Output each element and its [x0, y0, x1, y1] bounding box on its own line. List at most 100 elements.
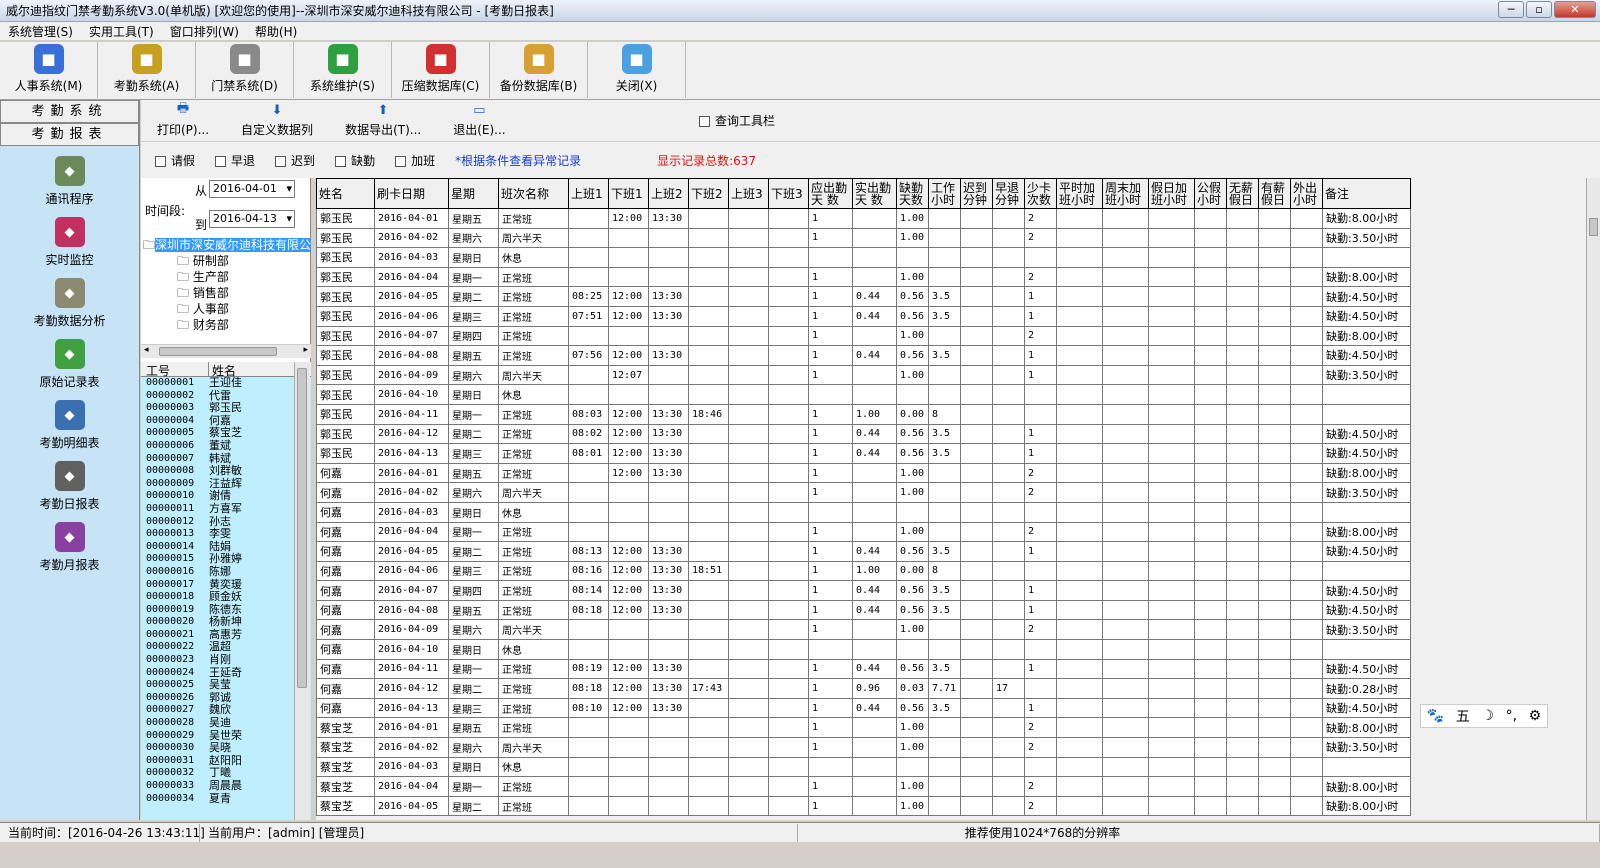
nav-item-5[interactable]: ◆ 考勤日报表 — [0, 461, 139, 512]
column-header[interactable]: 上班2 — [648, 178, 689, 209]
ime-button-1[interactable]: 五 — [1456, 706, 1470, 726]
toolbar-button-2[interactable]: ■ 门禁系统(D) — [196, 42, 294, 98]
query-toolbar-checkbox[interactable] — [699, 116, 710, 127]
column-header[interactable]: 假日加班小时 — [1148, 178, 1195, 209]
employee-row[interactable]: 00000030 吴晓 — [141, 742, 311, 755]
filter-late-checkbox[interactable] — [275, 155, 287, 167]
table-row[interactable]: 蔡宝芝 2016-04-03 星期日 休息 — [316, 756, 1411, 778]
toolbar-button-3[interactable]: ■ 系统维护(S) — [294, 42, 392, 98]
menu-item-3[interactable]: 帮助(H) — [247, 23, 305, 40]
table-row[interactable]: 何嘉 2016-04-05 星期二 正常班 08:13 12:00 13:30 1 0.44 0.… — [316, 541, 1411, 562]
column-header[interactable]: 下班2 — [688, 178, 729, 209]
table-row[interactable]: 何嘉 2016-04-04 星期一 正常班 1 1.00 2 缺勤:8.00小时 — [316, 521, 1411, 543]
date-from-picker[interactable]: 2016-04-01 ▾ — [209, 180, 295, 198]
column-header[interactable]: 备注 — [1322, 178, 1411, 209]
filter-early-checkbox[interactable] — [215, 155, 227, 167]
column-header[interactable]: 外出小时 — [1290, 178, 1323, 209]
table-row[interactable]: 何嘉 2016-04-11 星期一 正常班 08:19 12:00 13:30 1 0.44 0.… — [316, 658, 1411, 680]
table-row[interactable]: 蔡宝芝 2016-04-05 星期二 正常班 1 1.00 2 缺勤:8.00小时 — [316, 795, 1411, 817]
table-row[interactable]: 郭玉民 2016-04-13 星期三 正常班 08:01 12:00 13:30 1 0.44 0… — [316, 443, 1411, 464]
table-row[interactable]: 蔡宝芝 2016-04-02 星期六 周六半天 1 1.00 2 缺勤:3.50小时 — [316, 737, 1411, 758]
employee-row[interactable]: 00000008 刘群敏 — [141, 465, 311, 478]
column-header[interactable]: 迟到分钟 — [960, 178, 993, 209]
table-row[interactable]: 何嘉 2016-04-12 星期二 正常班 08:18 12:00 13:30 17:43 1 0… — [316, 678, 1411, 699]
table-row[interactable]: 郭玉民 2016-04-08 星期五 正常班 07:56 12:00 13:30 1 0.44 0… — [316, 345, 1411, 366]
toolbar-button-6[interactable]: ■ 关闭(X) — [588, 42, 686, 98]
col-name[interactable]: 姓名 — [209, 362, 236, 378]
nav-item-1[interactable]: ◆ 实时监控 — [0, 217, 139, 268]
filter-early[interactable]: 早退 — [215, 152, 255, 169]
nav-header-attendance-system[interactable]: 考勤系统 — [0, 100, 139, 123]
close-button[interactable]: ✕ — [1554, 1, 1596, 18]
date-to-picker[interactable]: 2016-04-13 ▾ — [209, 210, 295, 228]
column-header[interactable]: 刷卡日期 — [374, 178, 449, 209]
tree-node-department[interactable]: 🗀 财务部 — [177, 316, 229, 337]
nav-item-2[interactable]: ◆ 考勤数据分析 — [0, 278, 139, 329]
column-header[interactable]: 平时加班小时 — [1056, 178, 1103, 209]
minimize-button[interactable]: ─ — [1498, 1, 1524, 18]
table-row[interactable]: 何嘉 2016-04-13 星期三 正常班 08:10 12:00 13:30 1 0.44 0.… — [316, 697, 1411, 719]
table-row[interactable]: 蔡宝芝 2016-04-01 星期五 正常班 1 1.00 2 缺勤:8.00小时 — [316, 717, 1411, 739]
employee-row[interactable]: 00000013 李雯 — [141, 528, 311, 541]
export-button[interactable]: ⬆ 数据导出(T)... — [329, 103, 437, 138]
employee-row[interactable]: 00000028 吴迪 — [141, 716, 311, 730]
filter-overtime[interactable]: 加班 — [395, 152, 435, 169]
table-row[interactable]: 何嘉 2016-04-06 星期三 正常班 08:16 12:00 13:30 18:51 1 1… — [316, 560, 1411, 582]
employee-row[interactable]: 00000003 郭玉民 — [141, 402, 311, 415]
table-row[interactable]: 郭玉民 2016-04-11 星期一 正常班 08:03 12:00 13:30 18:46 1… — [316, 403, 1411, 425]
table-vertical-scrollbar[interactable] — [1586, 178, 1600, 820]
menu-item-2[interactable]: 窗口排列(W) — [162, 23, 247, 40]
toolbar-button-4[interactable]: ■ 压缩数据库(C) — [392, 42, 490, 98]
nav-item-4[interactable]: ◆ 考勤明细表 — [0, 400, 139, 451]
table-row[interactable]: 郭玉民 2016-04-09 星期六 周六半天 12:07 1 1.00 1 缺勤:3.50小时 — [316, 364, 1411, 386]
table-row[interactable]: 何嘉 2016-04-08 星期五 正常班 08:18 12:00 13:30 1 0.44 0.… — [316, 599, 1411, 621]
employee-row[interactable]: 00000023 肖刚 — [141, 653, 311, 667]
column-header[interactable]: 少卡次数 — [1024, 178, 1057, 209]
column-header[interactable]: 上班3 — [728, 178, 769, 209]
table-row[interactable]: 何嘉 2016-04-02 星期六 周六半天 1 1.00 2 缺勤:3.50小时 — [316, 482, 1411, 503]
column-header[interactable]: 早退分钟 — [992, 178, 1025, 209]
table-row[interactable]: 郭玉民 2016-04-01 星期五 正常班 12:00 13:30 1 1.00 2 缺勤:8.… — [316, 208, 1411, 229]
employee-row[interactable]: 00000025 吴莹 — [141, 679, 311, 692]
column-header[interactable]: 星期 — [448, 178, 499, 209]
custom-columns-button[interactable]: ⬇ 自定义数据列 — [225, 103, 329, 138]
column-header[interactable]: 实出勤天 数 — [852, 178, 897, 209]
nav-item-6[interactable]: ◆ 考勤月报表 — [0, 522, 139, 573]
filter-overtime-checkbox[interactable] — [395, 155, 407, 167]
table-row[interactable]: 郭玉民 2016-04-10 星期日 休息 — [316, 384, 1411, 405]
exit-button[interactable]: ▭ 退出(E)... — [437, 103, 521, 138]
employee-row[interactable]: 00000011 方喜军 — [141, 502, 311, 516]
employee-vertical-scrollbar[interactable] — [294, 362, 310, 820]
ime-button-0[interactable]: 🐾 — [1427, 708, 1444, 724]
ime-button-3[interactable]: °, — [1506, 708, 1517, 724]
table-row[interactable]: 郭玉民 2016-04-03 星期日 休息 — [316, 247, 1411, 268]
employee-row[interactable]: 00000016 陈娜 — [141, 565, 311, 579]
table-row[interactable]: 何嘉 2016-04-01 星期五 正常班 12:00 13:30 1 1.00 2 缺勤:8.0… — [316, 462, 1411, 484]
column-header[interactable]: 缺勤天数 — [896, 178, 929, 209]
print-button[interactable]: 🖶 打印(P)... — [141, 101, 225, 138]
table-row[interactable]: 郭玉民 2016-04-06 星期三 正常班 07:51 12:00 13:30 1 0.44 0… — [316, 305, 1411, 327]
nav-header-attendance-report[interactable]: 考勤报表 — [0, 123, 139, 146]
column-header[interactable]: 上班1 — [568, 178, 609, 209]
filter-absent-checkbox[interactable] — [335, 155, 347, 167]
col-id[interactable]: 工号 — [141, 362, 209, 378]
ime-button-4[interactable]: ⚙ — [1529, 708, 1542, 724]
employee-row[interactable]: 00000033 周晨晨 — [141, 779, 311, 793]
filter-absent[interactable]: 缺勤 — [335, 152, 375, 169]
column-header[interactable]: 公假小时 — [1194, 178, 1227, 209]
filter-leave[interactable]: 请假 — [155, 152, 195, 169]
nav-item-0[interactable]: ◆ 通讯程序 — [0, 156, 139, 207]
table-row[interactable]: 何嘉 2016-04-09 星期六 周六半天 1 1.00 2 缺勤:3.50小时 — [316, 619, 1411, 641]
column-header[interactable]: 周末加班小时 — [1102, 178, 1149, 209]
employee-row[interactable]: 00000034 夏青 — [141, 792, 311, 806]
table-row[interactable]: 郭玉民 2016-04-07 星期四 正常班 1 1.00 2 缺勤:8.00小时 — [316, 325, 1411, 347]
employee-row[interactable]: 00000006 董斌 — [141, 439, 311, 453]
employee-row[interactable]: 00000018 顾金妖 — [141, 590, 311, 604]
table-row[interactable]: 郭玉民 2016-04-02 星期六 周六半天 1 1.00 2 缺勤:3.50小时 — [316, 227, 1411, 249]
table-row[interactable]: 何嘉 2016-04-10 星期日 休息 — [316, 639, 1411, 660]
column-header[interactable]: 有薪假日 — [1258, 178, 1291, 209]
column-header[interactable]: 下班1 — [608, 178, 649, 209]
table-row[interactable]: 何嘉 2016-04-03 星期日 休息 — [316, 501, 1411, 523]
table-row[interactable]: 蔡宝芝 2016-04-04 星期一 正常班 1 1.00 2 缺勤:8.00小时 — [316, 776, 1411, 797]
table-row[interactable]: 郭玉民 2016-04-12 星期二 正常班 08:02 12:00 13:30 1 0.44 0… — [316, 423, 1411, 445]
